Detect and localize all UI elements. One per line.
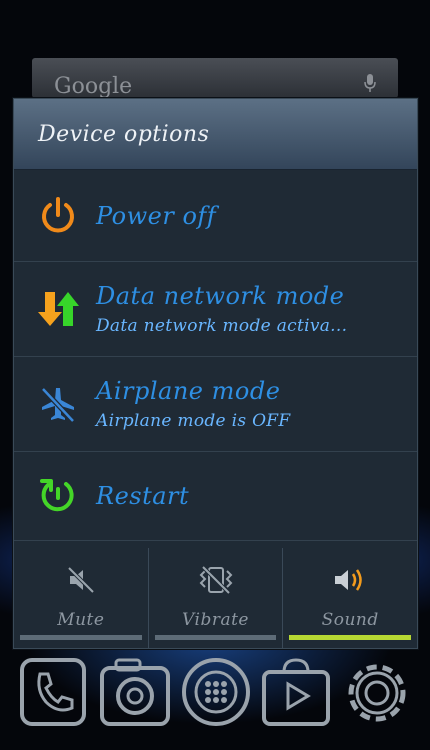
home-dock [0,656,430,746]
dialog-title: Device options [14,99,417,170]
phone-icon[interactable] [18,656,88,728]
mute-button[interactable]: Mute [14,548,149,648]
vibrate-icon [197,562,235,598]
apps-icon[interactable] [180,656,252,728]
option-data-network-mode[interactable]: Data network mode Data network mode acti… [14,262,417,357]
google-search-bar[interactable]: Google [32,58,398,99]
option-title: Data network mode [96,282,345,310]
airplane-off-icon [36,382,80,426]
sound-mode-label: Mute [57,610,105,630]
option-airplane-mode[interactable]: Airplane mode Airplane mode is OFF [14,357,417,452]
mode-indicator-bar [20,635,142,640]
mode-indicator-bar [289,635,412,640]
option-subtitle: Airplane mode is OFF [96,411,291,431]
camera-icon[interactable] [98,656,172,728]
settings-icon[interactable] [340,656,414,730]
play-store-icon[interactable] [260,656,332,728]
vibrate-button[interactable]: Vibrate [149,548,284,648]
option-title: Power off [96,201,217,230]
restart-icon [36,474,80,518]
sound-mode-label: Vibrate [182,610,249,630]
option-subtitle: Data network mode activa... [96,316,348,336]
speaker-icon [332,562,368,598]
sound-mode-label: Sound [321,610,379,630]
search-bar-label: Google [54,74,133,99]
option-restart[interactable]: Restart [14,452,417,541]
data-arrows-icon [36,287,80,331]
sound-mode-selector: Mute Vibrate Sound [14,548,417,648]
device-options-dialog: Device options Power off Data network mo… [13,98,418,649]
option-power-off[interactable]: Power off [14,170,417,262]
option-title: Restart [96,482,190,510]
mode-indicator-bar [154,635,277,640]
microphone-icon[interactable] [364,74,376,92]
power-icon [36,194,80,238]
sound-button[interactable]: Sound [283,548,417,648]
option-title: Airplane mode [96,377,281,405]
mute-icon [66,562,96,598]
